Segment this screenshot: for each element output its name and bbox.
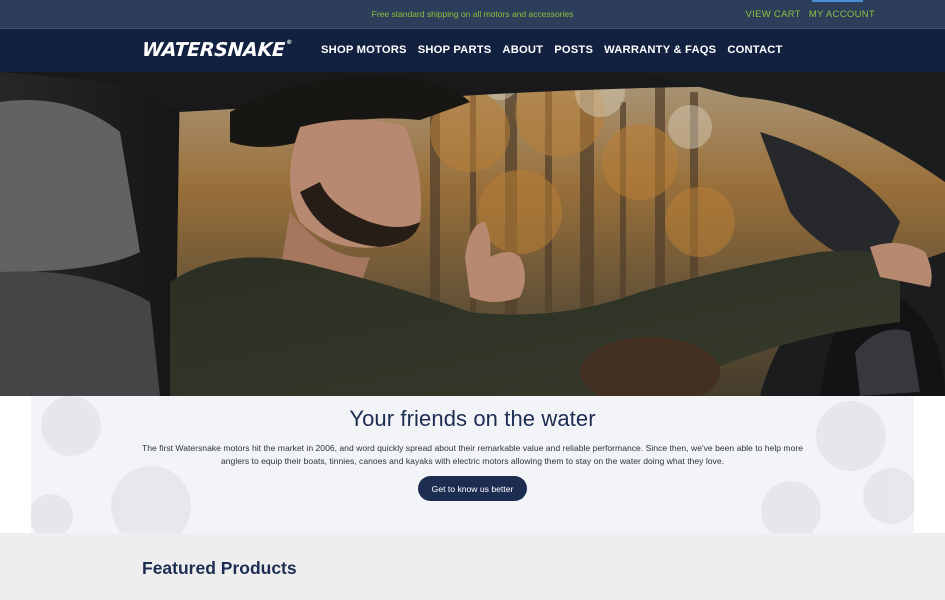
hero-image bbox=[0, 72, 945, 396]
intro-heading: Your friends on the water bbox=[349, 406, 596, 431]
logo-text: WATERSNAKE bbox=[141, 39, 286, 61]
watersnake-logo[interactable]: WATERSNAKE® bbox=[141, 39, 292, 61]
hero-illustration bbox=[0, 72, 945, 396]
view-cart-link[interactable]: VIEW CART bbox=[746, 9, 801, 20]
registered-mark: ® bbox=[286, 39, 293, 46]
nav-about[interactable]: ABOUT bbox=[502, 44, 543, 56]
nav-shop-parts[interactable]: SHOP PARTS bbox=[418, 44, 492, 56]
featured-heading: Featured Products bbox=[142, 558, 297, 578]
intro-section: Your friends on the water The first Wate… bbox=[0, 396, 945, 533]
primary-nav: SHOP MOTORS SHOP PARTS ABOUT POSTS WARRA… bbox=[321, 44, 783, 56]
utility-links: VIEW CART MY ACCOUNT bbox=[746, 9, 875, 20]
account-accent-line bbox=[812, 0, 863, 2]
nav-contact[interactable]: CONTACT bbox=[727, 44, 782, 56]
nav-warranty-faqs[interactable]: WARRANTY & FAQS bbox=[604, 44, 716, 56]
nav-shop-motors[interactable]: SHOP MOTORS bbox=[321, 44, 407, 56]
main-header: WATERSNAKE® SHOP MOTORS SHOP PARTS ABOUT… bbox=[0, 29, 945, 72]
my-account-link[interactable]: MY ACCOUNT bbox=[809, 9, 875, 20]
featured-section: Featured Products bbox=[0, 533, 945, 600]
get-to-know-us-button[interactable]: Get to know us better bbox=[418, 476, 527, 501]
announcement-bar: Free standard shipping on all motors and… bbox=[0, 0, 945, 29]
nav-posts[interactable]: POSTS bbox=[554, 44, 593, 56]
intro-body: The first Watersnake motors hit the mark… bbox=[141, 443, 803, 466]
